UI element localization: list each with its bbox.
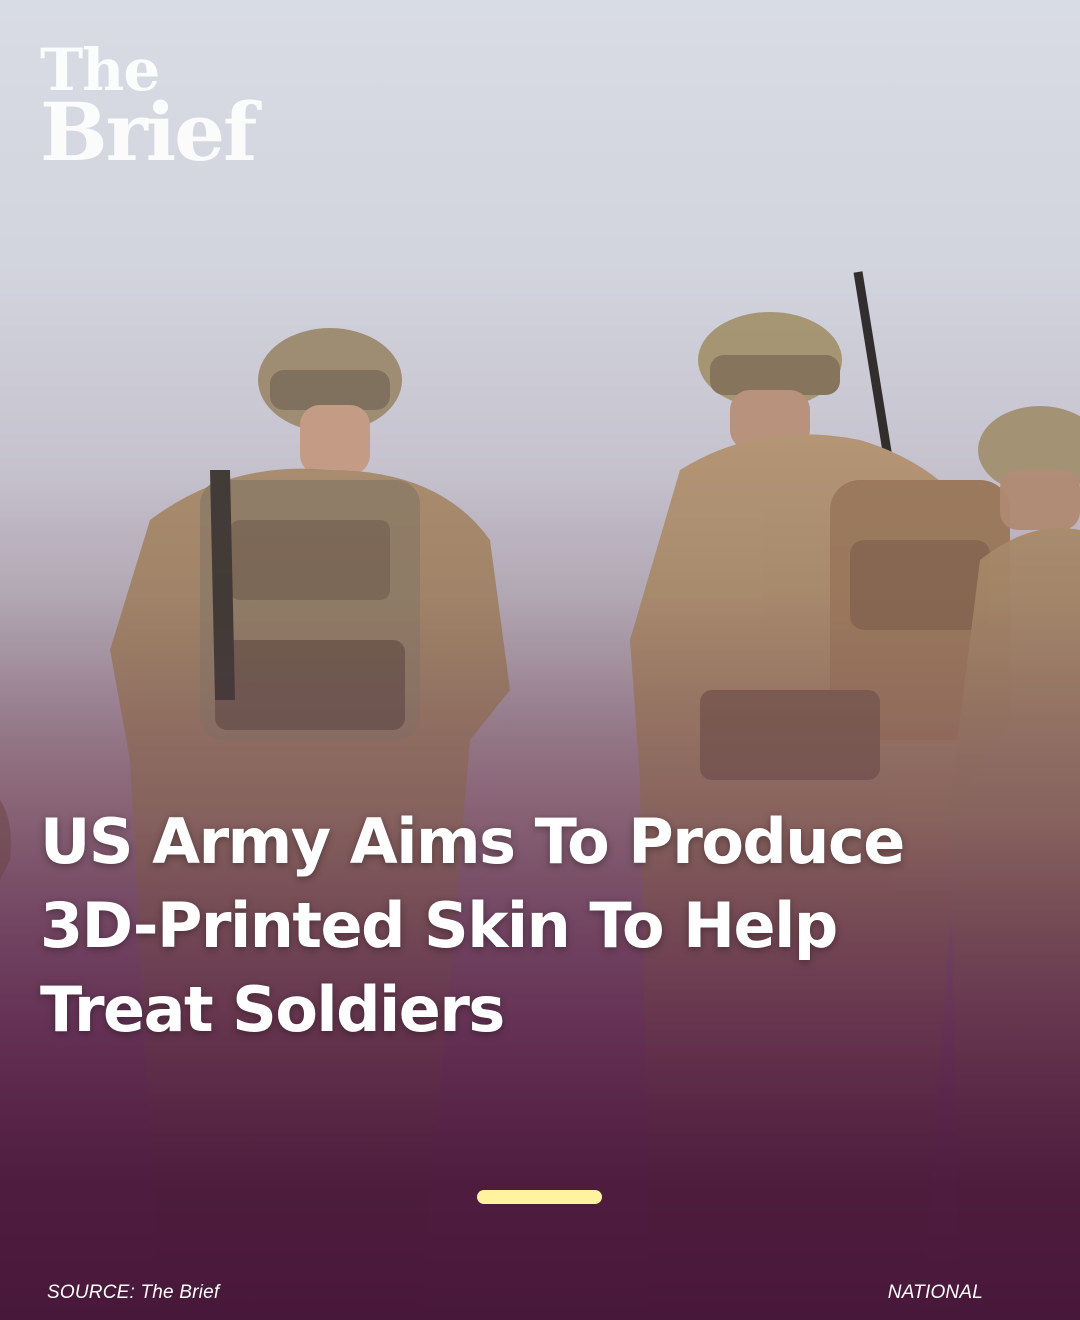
pager-indicator-active[interactable] <box>477 1190 602 1204</box>
brand-logo[interactable]: The Brief <box>40 41 257 180</box>
story-card[interactable]: The Brief US Army Aims To Produce 3D-Pri… <box>0 0 1080 1320</box>
source-credit: SOURCE: The Brief <box>47 1282 220 1303</box>
gradient-overlay <box>0 0 1080 1320</box>
headline: US Army Aims To Produce 3D-Printed Skin … <box>40 805 905 1046</box>
category-label: NATIONAL <box>887 1282 983 1303</box>
brand-logo-line2: Brief <box>40 85 257 180</box>
